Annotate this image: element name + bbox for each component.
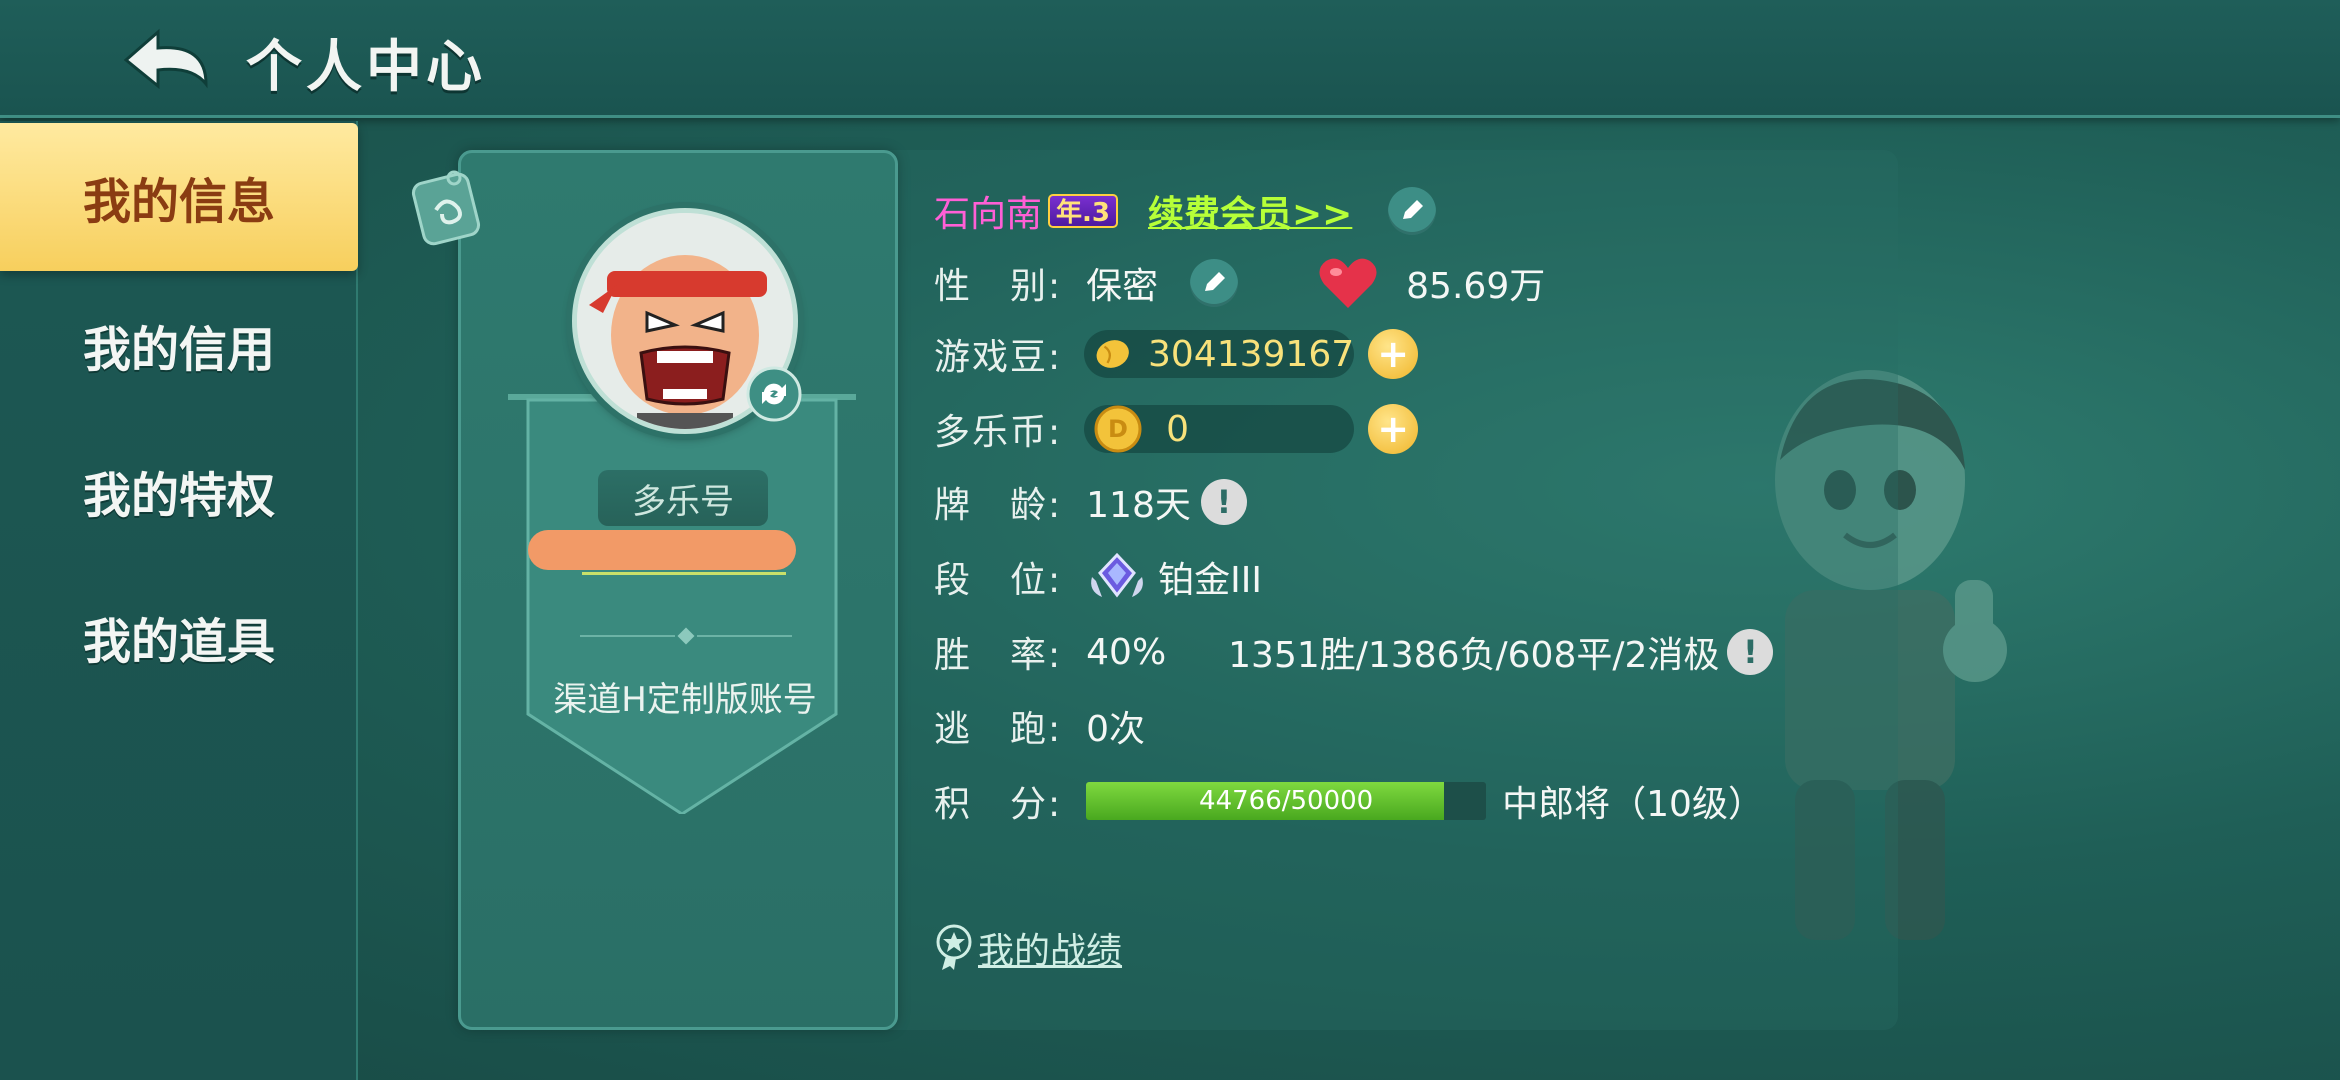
duole-id-label: 多乐号 <box>598 470 768 526</box>
refresh-icon[interactable] <box>746 366 802 422</box>
escape-value: 0次 <box>1086 709 1146 750</box>
sidebar-item-my-privileges[interactable]: 我的特权 <box>0 417 358 565</box>
tag-icon <box>411 170 481 246</box>
pencil-icon <box>1403 200 1424 219</box>
card-shield <box>508 394 856 814</box>
escape-label: 逃 跑: <box>934 709 1063 750</box>
beans-label: 游戏豆: <box>934 337 1063 378</box>
card-age-value: 118天 <box>1086 485 1191 526</box>
beans-bar: 304139167 <box>1084 330 1355 378</box>
nickname: 石向南 <box>934 194 1043 235</box>
card-age-info-icon[interactable]: ! <box>1200 479 1247 525</box>
renew-membership-link[interactable]: 续费会员>> <box>1148 185 1352 237</box>
row-gender: 性 别: 保密 85.69万 <box>934 255 1545 311</box>
row-winrate: 胜 率: 40% 1351胜/1386负/608平/2消极 ! <box>934 624 1774 680</box>
rank-label: 段 位: <box>934 560 1063 601</box>
record-info-icon[interactable]: ! <box>1727 629 1774 675</box>
score-text: 44766/50000 <box>1199 786 1374 816</box>
coins-label: 多乐币: <box>934 412 1063 453</box>
gender-value: 保密 <box>1086 266 1159 307</box>
my-records-link[interactable]: 我的战绩 <box>934 922 1122 974</box>
row-escape: 逃 跑: 0次 <box>934 698 1145 754</box>
row-rank: 段 位: 铂金III <box>934 549 1262 605</box>
svg-text:D: D <box>1108 415 1128 443</box>
card-age-label: 牌 龄: <box>934 485 1063 526</box>
row-score: 积 分: 44766/50000 中郎将（10级） <box>934 773 1764 829</box>
sidebar-item-my-info[interactable]: 我的信息 <box>0 123 358 271</box>
sidebar-item-my-items[interactable]: 我的道具 <box>0 563 358 711</box>
winrate-label: 胜 率: <box>934 635 1063 676</box>
plus-icon: + <box>1377 407 1410 451</box>
diamond-rank-icon <box>1091 552 1144 598</box>
back-arrow-icon <box>123 28 208 90</box>
row-coins: 多乐币: D 0 + <box>934 401 1419 457</box>
score-progress-bar: 44766/50000 <box>1086 782 1487 820</box>
score-rank-title: 中郎将（10级） <box>1502 784 1764 825</box>
coins-bar: D 0 <box>1084 405 1355 453</box>
edit-nickname-button[interactable] <box>1388 187 1437 235</box>
likes-count: 85.69万 <box>1406 266 1546 307</box>
year-member-badge: 年.3 <box>1048 194 1118 228</box>
sidebar: 我的信息 我的信用 我的特权 我的道具 <box>0 121 358 1080</box>
edit-gender-button[interactable] <box>1190 259 1239 307</box>
redact-underline <box>582 572 786 575</box>
row-beans: 游戏豆: 304139167 + <box>934 326 1419 382</box>
pencil-icon <box>1205 272 1226 291</box>
rank-value: 铂金III <box>1158 560 1262 601</box>
plus-icon: + <box>1377 332 1410 376</box>
score-label: 积 分: <box>934 784 1063 825</box>
top-bar: 个人中心 <box>0 0 2340 118</box>
bean-icon <box>1096 340 1129 368</box>
page-title: 个人中心 <box>246 35 486 100</box>
star-badge-icon <box>936 924 972 970</box>
add-coins-button[interactable]: + <box>1368 404 1419 454</box>
win-loss-record: 1351胜/1386负/608平/2消极 <box>1228 635 1720 676</box>
redacted-id <box>528 530 796 570</box>
beans-value: 304139167 <box>1148 333 1355 375</box>
back-button[interactable] <box>118 22 218 102</box>
winrate-value: 40% <box>1086 631 1167 673</box>
gender-label: 性 别: <box>934 266 1063 307</box>
sidebar-item-my-credit[interactable]: 我的信用 <box>0 271 358 419</box>
coin-icon: D <box>1094 405 1142 453</box>
my-records-label: 我的战绩 <box>978 931 1123 972</box>
coins-value: 0 <box>1166 408 1190 450</box>
add-beans-button[interactable]: + <box>1368 329 1419 379</box>
row-card-age: 牌 龄: 118天 ! <box>934 474 1247 530</box>
row-nickname: 石向南 年.3 续费会员>> <box>934 183 1437 239</box>
heart-icon <box>1319 258 1377 308</box>
account-type: 渠道H定制版账号 <box>553 680 817 720</box>
divider-ornament <box>580 627 792 645</box>
